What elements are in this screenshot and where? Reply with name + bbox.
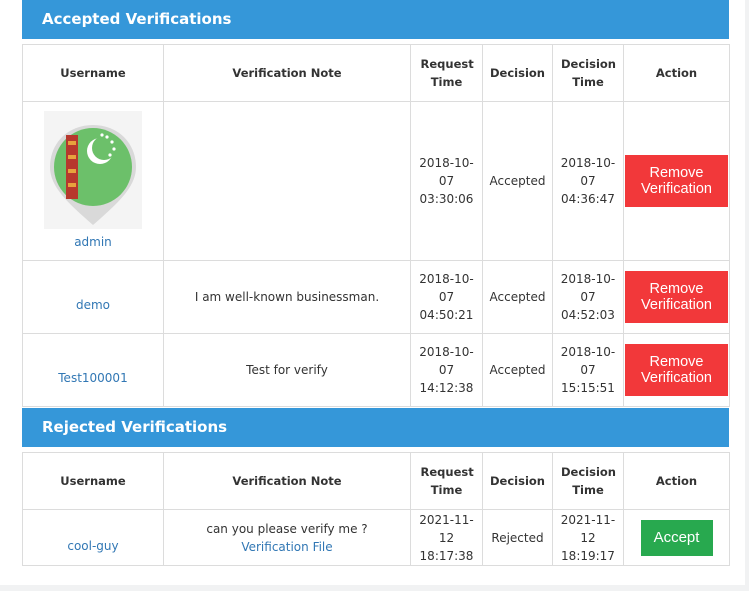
request-time: 2018-10-07 04:50:21 xyxy=(419,272,474,322)
verifications-panel: Accepted Verifications Username Verifica… xyxy=(0,0,745,585)
accepted-header-row: Username Verification Note Request Time … xyxy=(22,44,730,102)
col-decision-time: Decision Time xyxy=(552,44,624,102)
request-time-cell: 2018-10-07 04:50:21 xyxy=(410,260,483,334)
request-time: 2021-11-12 18:17:38 xyxy=(419,512,474,563)
note-cell: I am well-known businessman. xyxy=(163,260,411,334)
rejected-section-title: Rejected Verifications xyxy=(22,408,729,447)
username-link[interactable]: cool-guy xyxy=(67,539,118,553)
action-cell: Remove Verification xyxy=(623,101,730,261)
remove-verification-button[interactable]: Remove Verification xyxy=(625,344,728,396)
note-cell: can you please verify me ? Verification … xyxy=(163,509,411,566)
accepted-section-title: Accepted Verifications xyxy=(22,0,729,39)
action-cell: Remove Verification xyxy=(623,333,730,407)
table-row: demo I am well-known businessman. 2018-1… xyxy=(22,260,730,334)
accepted-table: Username Verification Note Request Time … xyxy=(22,44,730,407)
col-action: Action xyxy=(623,44,730,102)
col-decision-time-label: Decision Time xyxy=(561,57,616,89)
col-note: Verification Note xyxy=(163,452,411,510)
note-text: can you please verify me ? xyxy=(206,521,368,536)
col-note: Verification Note xyxy=(163,44,411,102)
decision-time-cell: 2021-11-12 18:19:17 xyxy=(552,509,624,566)
username-cell: demo xyxy=(22,260,164,334)
col-decision-time: Decision Time xyxy=(552,452,624,510)
note-cell: Test for verify xyxy=(163,333,411,407)
username-link[interactable]: admin xyxy=(74,235,112,249)
col-username: Username xyxy=(22,44,164,102)
remove-verification-button[interactable]: Remove Verification xyxy=(625,155,728,207)
action-cell: Accept xyxy=(623,509,730,566)
decision-time: 2021-11-12 18:19:17 xyxy=(560,512,616,563)
remove-verification-button[interactable]: Remove Verification xyxy=(625,271,728,323)
username-cell: Test100001 xyxy=(22,333,164,407)
decision-cell: Accepted xyxy=(482,260,553,334)
request-time-cell: 2021-11-12 18:17:38 xyxy=(410,509,483,566)
col-request-time-label: Request Time xyxy=(420,465,474,497)
request-time-cell: 2018-10-07 14:12:38 xyxy=(410,333,483,407)
table-row: cool-guy can you please verify me ? Veri… xyxy=(22,509,730,566)
accept-button[interactable]: Accept xyxy=(640,519,713,556)
col-request-time: Request Time xyxy=(410,44,483,102)
decision-time-cell: 2018-10-07 04:36:47 xyxy=(552,101,624,261)
col-action: Action xyxy=(623,452,730,510)
username-link[interactable]: Test100001 xyxy=(58,371,127,385)
col-decision-time-label: Decision Time xyxy=(561,465,616,497)
decision-time-cell: 2018-10-07 04:52:03 xyxy=(552,260,624,334)
username-link[interactable]: demo xyxy=(76,298,110,312)
avatar[interactable] xyxy=(44,111,142,229)
username-cell: admin xyxy=(22,101,164,261)
decision-cell: Accepted xyxy=(482,333,553,407)
decision-time: 2018-10-07 04:36:47 xyxy=(560,156,616,206)
verification-file-link[interactable]: Verification File xyxy=(164,538,410,556)
col-username: Username xyxy=(22,452,164,510)
note-cell xyxy=(163,101,411,261)
col-request-time: Request Time xyxy=(410,452,483,510)
decision-cell: Rejected xyxy=(482,509,553,566)
decision-time: 2018-10-07 15:15:51 xyxy=(560,345,616,395)
table-row: admin 2018-10-07 03:30:06 Accepted 2018-… xyxy=(22,101,730,261)
rejected-table: Username Verification Note Request Time … xyxy=(22,452,730,566)
decision-time-cell: 2018-10-07 15:15:51 xyxy=(552,333,624,407)
col-decision: Decision xyxy=(482,452,553,510)
request-time: 2018-10-07 14:12:38 xyxy=(419,345,474,395)
request-time-cell: 2018-10-07 03:30:06 xyxy=(410,101,483,261)
decision-cell: Accepted xyxy=(482,101,553,261)
request-time: 2018-10-07 03:30:06 xyxy=(419,156,474,206)
decision-time: 2018-10-07 04:52:03 xyxy=(560,272,616,322)
table-row: Test100001 Test for verify 2018-10-07 14… xyxy=(22,333,730,407)
action-cell: Remove Verification xyxy=(623,260,730,334)
col-decision: Decision xyxy=(482,44,553,102)
username-cell: cool-guy xyxy=(22,509,164,566)
rejected-header-row: Username Verification Note Request Time … xyxy=(22,452,730,510)
col-request-time-label: Request Time xyxy=(420,57,474,89)
